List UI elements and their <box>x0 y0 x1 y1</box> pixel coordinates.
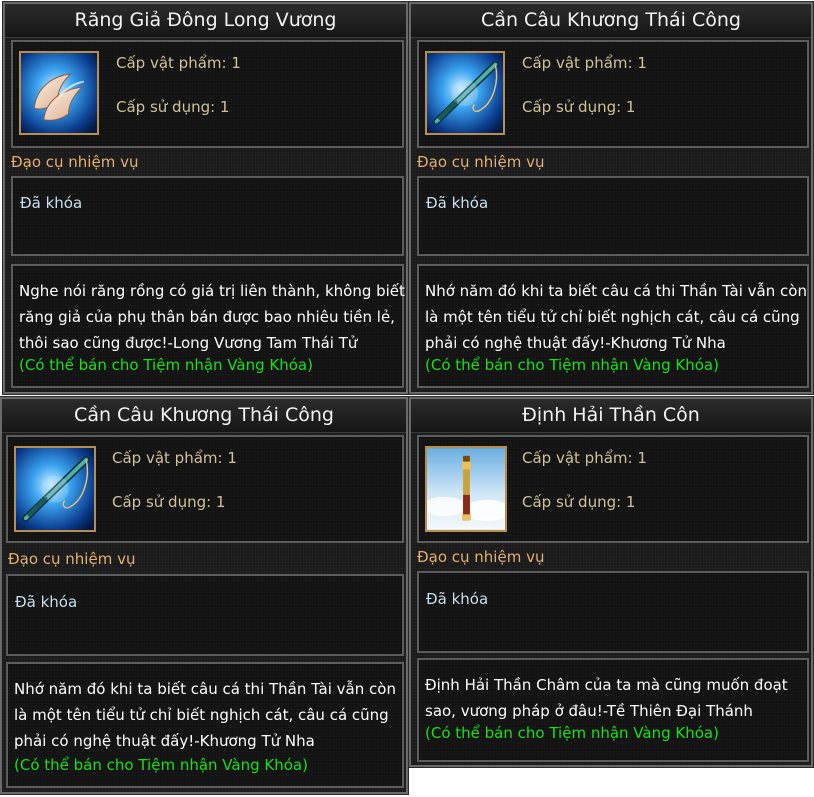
description-line: là một tên tiểu tử chỉ biết nghịch cát, … <box>425 308 800 326</box>
fishing-rod-icon <box>16 448 94 530</box>
description-panel: Định Hải Thần Châm của ta mà cũng muốn đ… <box>417 658 809 762</box>
description-line: Nghe nói răng rồng có giá trị liên thành… <box>19 282 405 300</box>
use-level: Cấp sử dụng: 1 <box>522 493 636 511</box>
lock-status: Đã khóa <box>426 590 489 608</box>
item-card: Răng Giả Đông Long Vương Cấp vật phẩm: 1… <box>2 1 409 395</box>
item-description: Định Hải Thần Châm của ta mà cũng muốn đ… <box>425 672 788 724</box>
item-card: Cần Câu Khương Thái Công Cấp vật phẩm: 1… <box>0 396 409 795</box>
description-line: Nhớ năm đó khi ta biết câu cá thi Thần T… <box>425 282 807 300</box>
item-level: Cấp vật phẩm: 1 <box>522 54 647 72</box>
fishing-rod-icon <box>427 53 503 133</box>
use-level: Cấp sử dụng: 1 <box>112 493 226 511</box>
item-info-panel: Cấp vật phẩm: 1 Cấp sử dụng: 1 <box>417 435 809 543</box>
item-icon-frame[interactable] <box>14 446 96 532</box>
lock-status: Đã khóa <box>20 194 83 212</box>
item-icon-frame[interactable] <box>425 51 505 135</box>
description-line: phải có nghệ thuật đấy!-Khương Tử Nha <box>425 334 726 352</box>
lock-status: Đã khóa <box>426 194 489 212</box>
item-level: Cấp vật phẩm: 1 <box>116 54 241 72</box>
item-title: Định Hải Thần Côn <box>411 399 811 433</box>
description-panel: Nhớ năm đó khi ta biết câu cá thi Thần T… <box>6 662 404 788</box>
item-category: Đạo cụ nhiệm vụ <box>417 548 545 566</box>
lock-status: Đã khóa <box>15 593 78 611</box>
description-line: Nhớ năm đó khi ta biết câu cá thi Thần T… <box>14 680 396 698</box>
golden-staff-icon <box>427 448 505 530</box>
fang-icon <box>21 53 97 133</box>
description-panel: Nghe nói răng rồng có giá trị liên thành… <box>11 264 405 388</box>
description-line: sao, vương pháp ở đâu!-Tề Thiên Đại Thán… <box>425 702 753 720</box>
item-icon-frame[interactable] <box>19 51 99 135</box>
item-level: Cấp vật phẩm: 1 <box>522 449 647 467</box>
item-card: Định Hải Thần Côn Cấp vật phẩm: 1 Cấp sử… <box>408 396 814 768</box>
item-title: Cần Câu Khương Thái Công <box>2 399 406 433</box>
item-card: Cần Câu Khương Thái Công Cấp vật phẩm: 1… <box>408 1 814 395</box>
item-description: Nhớ năm đó khi ta biết câu cá thi Thần T… <box>425 278 807 356</box>
item-info-panel: Cấp vật phẩm: 1 Cấp sử dụng: 1 <box>11 40 404 148</box>
use-level: Cấp sử dụng: 1 <box>522 98 636 116</box>
item-description: Nghe nói răng rồng có giá trị liên thành… <box>19 278 405 356</box>
item-info-panel: Cấp vật phẩm: 1 Cấp sử dụng: 1 <box>6 435 404 543</box>
description-line: thôi sao cũng được!-Long Vương Tam Thái … <box>19 334 358 352</box>
description-panel: Nhớ năm đó khi ta biết câu cá thi Thần T… <box>417 264 809 388</box>
description-line: răng giả của phụ thân bán được bao nhiêu… <box>19 308 395 326</box>
description-line: phải có nghệ thuật đấy!-Khương Tử Nha <box>14 732 315 750</box>
sell-note: (Có thể bán cho Tiệm nhận Vàng Khóa) <box>425 724 719 742</box>
lock-panel: Đã khóa <box>11 176 404 256</box>
item-category: Đạo cụ nhiệm vụ <box>11 153 139 171</box>
item-title: Cần Câu Khương Thái Công <box>411 4 811 38</box>
item-category: Đạo cụ nhiệm vụ <box>8 550 136 568</box>
lock-panel: Đã khóa <box>6 574 404 656</box>
item-category: Đạo cụ nhiệm vụ <box>417 153 545 171</box>
lock-panel: Đã khóa <box>417 176 809 256</box>
item-icon-frame[interactable] <box>425 446 507 532</box>
item-info-panel: Cấp vật phẩm: 1 Cấp sử dụng: 1 <box>417 40 809 148</box>
use-level: Cấp sử dụng: 1 <box>116 98 230 116</box>
sell-note: (Có thể bán cho Tiệm nhận Vàng Khóa) <box>425 356 719 374</box>
lock-panel: Đã khóa <box>417 571 809 653</box>
item-title: Răng Giả Đông Long Vương <box>5 4 406 38</box>
item-level: Cấp vật phẩm: 1 <box>112 449 237 467</box>
sell-note: (Có thể bán cho Tiệm nhận Vàng Khóa) <box>19 356 313 374</box>
description-line: Định Hải Thần Châm của ta mà cũng muốn đ… <box>425 676 788 694</box>
description-line: là một tên tiểu tử chỉ biết nghịch cát, … <box>14 706 389 724</box>
item-description: Nhớ năm đó khi ta biết câu cá thi Thần T… <box>14 676 396 754</box>
sell-note: (Có thể bán cho Tiệm nhận Vàng Khóa) <box>14 756 308 774</box>
